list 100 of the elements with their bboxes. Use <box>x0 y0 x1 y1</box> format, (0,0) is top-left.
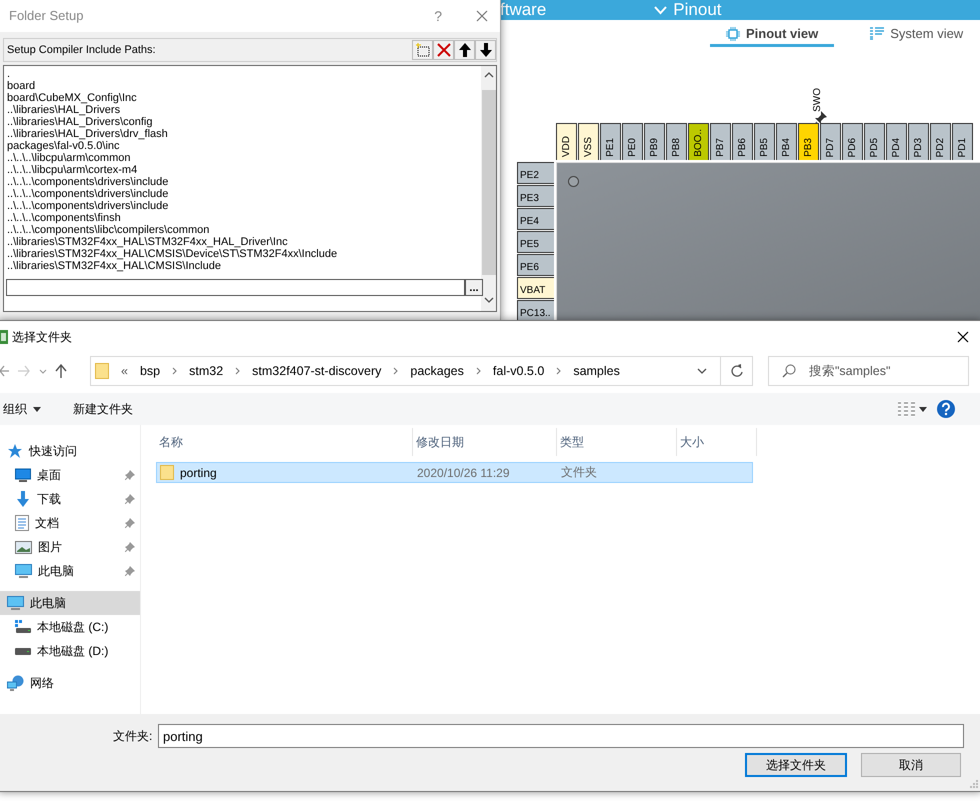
path-item[interactable]: ..\..\..\libcpu\arm\cortex-m4 <box>7 164 481 176</box>
pin[interactable]: PB7 <box>710 123 731 160</box>
path-item[interactable]: ..\..\..\libcpu\arm\common <box>7 152 481 164</box>
breadcrumb-item[interactable]: stm32 <box>189 364 224 378</box>
help-button[interactable]: ? <box>434 8 442 24</box>
nav-item[interactable]: 图片 <box>0 535 140 559</box>
scrollbar-thumb[interactable] <box>482 90 496 275</box>
folder-input-field[interactable]: porting <box>158 724 964 748</box>
view-tab[interactable]: Pinout view <box>710 24 834 47</box>
pin[interactable]: PD7 <box>820 123 841 160</box>
dropdown-caret-icon[interactable] <box>697 368 707 374</box>
column-header[interactable]: 大小 <box>677 428 757 456</box>
address-bar[interactable]: « bsp stm32 stm32f407-st-discovery packages fal-v0.5.0 samples <box>90 356 753 386</box>
path-input-field[interactable] <box>6 279 465 296</box>
path-item[interactable]: packages\fal-v0.5.0\inc <box>7 140 481 152</box>
path-item[interactable]: ..\libraries\HAL_Drivers\drv_flash <box>7 128 481 140</box>
window-title: Folder Setup <box>9 8 84 23</box>
scroll-up-icon[interactable] <box>484 72 494 78</box>
view-tab[interactable]: System view <box>854 24 980 47</box>
pin[interactable]: PD3 <box>908 123 929 160</box>
history-caret-icon[interactable] <box>39 368 47 374</box>
resize-grip-icon[interactable] <box>970 780 978 788</box>
pin[interactable]: VBAT <box>517 277 554 299</box>
path-item[interactable]: ..\..\..\components\libc\compilers\common <box>7 224 481 236</box>
path-item[interactable]: ..\..\..\components\drivers\include <box>7 200 481 212</box>
view-options-icon[interactable] <box>897 402 927 416</box>
pin[interactable]: PE2 <box>517 162 554 184</box>
breadcrumb-overflow[interactable]: « <box>121 364 128 378</box>
column-header[interactable]: 名称 <box>156 428 413 456</box>
new-folder-button[interactable]: 新建文件夹 <box>69 400 137 418</box>
column-header[interactable]: 类型 <box>557 428 677 456</box>
path-item[interactable]: board\CubeMX_Config\Inc <box>7 92 481 104</box>
pin[interactable]: VSS <box>578 123 599 160</box>
pin[interactable]: PB3 <box>798 123 819 160</box>
pin[interactable]: PD4 <box>886 123 907 160</box>
move-up-button[interactable] <box>454 40 475 60</box>
nav-item[interactable]: 本地磁盘 (D:) <box>0 639 140 663</box>
path-item[interactable]: ..\..\..\components\drivers\include <box>7 176 481 188</box>
pin[interactable]: PE6 <box>517 254 554 276</box>
path-item[interactable]: ..\libraries\STM32F4xx_HAL\CMSIS\Include <box>7 260 481 272</box>
pin[interactable]: PD6 <box>842 123 863 160</box>
close-icon[interactable] <box>957 331 969 343</box>
move-down-button[interactable] <box>475 40 496 60</box>
pin[interactable]: PE0 <box>622 123 643 160</box>
pin-icon[interactable] <box>125 470 135 480</box>
path-item[interactable]: board <box>7 80 481 92</box>
nav-item[interactable]: 网络 <box>0 671 140 695</box>
pin[interactable]: PE5 <box>517 231 554 253</box>
pin[interactable]: PD5 <box>864 123 885 160</box>
path-item[interactable]: ..\libraries\HAL_Drivers\config <box>7 116 481 128</box>
nav-item[interactable]: 此电脑 <box>0 591 140 615</box>
pin[interactable]: PB5 <box>754 123 775 160</box>
path-item[interactable]: . <box>7 68 481 80</box>
new-entry-button[interactable] <box>412 40 433 60</box>
delete-button[interactable] <box>433 40 454 60</box>
path-item[interactable]: ..\..\..\components\finsh <box>7 212 481 224</box>
breadcrumb-item[interactable]: bsp <box>140 364 160 378</box>
pin[interactable]: PB9 <box>644 123 665 160</box>
nav-item[interactable]: 快速访问 <box>0 439 140 463</box>
breadcrumb-item[interactable]: fal-v0.5.0 <box>492 364 544 378</box>
pin[interactable]: VDD <box>556 123 577 160</box>
pin[interactable]: PE3 <box>517 185 554 207</box>
pin[interactable]: PB6 <box>732 123 753 160</box>
browse-button[interactable]: ... <box>465 279 483 296</box>
breadcrumb-item[interactable]: stm32f407-st-discovery <box>252 364 382 378</box>
search-field[interactable]: 搜索"samples" <box>768 356 969 386</box>
pin[interactable]: PD1 <box>952 123 973 160</box>
nav-item[interactable]: 本地磁盘 (C:) <box>0 615 140 639</box>
back-icon[interactable] <box>0 365 9 377</box>
help-icon[interactable] <box>937 400 955 418</box>
organize-menu[interactable]: 组织 <box>0 400 45 418</box>
pin[interactable]: PB8 <box>666 123 687 160</box>
nav-item[interactable]: 此电脑 <box>0 559 140 583</box>
pin[interactable]: PE4 <box>517 208 554 230</box>
dialog-button[interactable]: 取消 <box>861 753 961 777</box>
scroll-down-icon[interactable] <box>484 297 494 303</box>
path-item[interactable]: ..\..\..\components\drivers\include <box>7 188 481 200</box>
pin-icon[interactable] <box>125 542 135 552</box>
pin[interactable]: PD2 <box>930 123 951 160</box>
pin[interactable]: PC13.. <box>517 300 554 322</box>
pin-icon[interactable] <box>125 494 135 504</box>
nav-item[interactable]: 文档 <box>0 511 140 535</box>
pin-icon[interactable] <box>125 566 135 576</box>
up-icon[interactable] <box>55 364 67 378</box>
pin-one-marker <box>568 176 579 187</box>
breadcrumb-item[interactable]: samples <box>573 364 620 378</box>
pin[interactable]: BOO.. <box>688 123 709 160</box>
dialog-button[interactable]: 选择文件夹 <box>745 753 847 777</box>
pin[interactable]: PE1 <box>600 123 621 160</box>
star-icon <box>7 443 23 459</box>
path-item[interactable]: ..\libraries\STM32F4xx_HAL\STM32F4xx_HAL_Driver\Inc <box>7 236 481 248</box>
column-header[interactable]: 修改日期 <box>413 428 557 456</box>
pin-icon[interactable] <box>125 518 135 528</box>
nav-item[interactable]: 下载 <box>0 487 140 511</box>
file-row[interactable]: porting 2020/10/26 11:29 文件夹 <box>156 462 753 483</box>
breadcrumb-item[interactable]: packages <box>410 364 464 378</box>
path-item[interactable]: ..\libraries\STM32F4xx_HAL\CMSIS\Device\ST\STM32F4xx\Include <box>7 248 481 260</box>
nav-item[interactable]: 桌面 <box>0 463 140 487</box>
path-item[interactable]: ..\libraries\HAL_Drivers <box>7 104 481 116</box>
pin[interactable]: PB4 <box>776 123 797 160</box>
